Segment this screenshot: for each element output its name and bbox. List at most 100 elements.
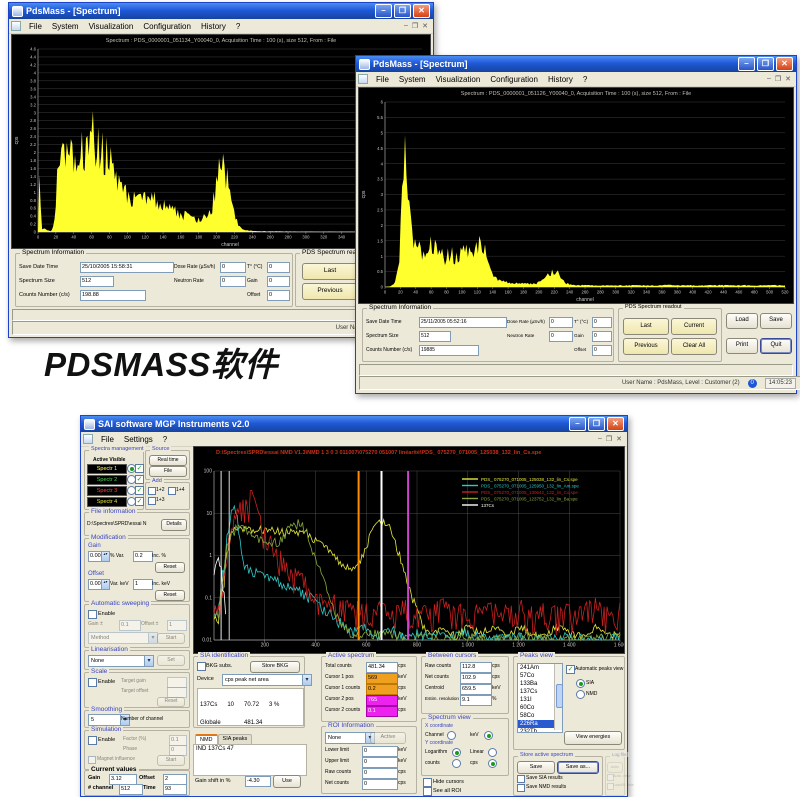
tab-sia-peaks[interactable]: SIA peaks [218, 734, 253, 744]
counts-number-field[interactable]: 198.88 [80, 290, 146, 301]
counts-number-field[interactable]: 19885 [419, 345, 479, 356]
add-1-4-checkbox[interactable] [168, 487, 176, 495]
cursor1-counts-field[interactable]: 0.2 [366, 684, 398, 695]
offset-field[interactable]: 0 [592, 345, 612, 356]
menu-item-history[interactable]: History [196, 22, 231, 31]
details-button[interactable]: Details [161, 519, 187, 531]
gain-inc-field[interactable]: 0.2 [133, 551, 153, 562]
gain-spinner[interactable]: 0.00 [88, 551, 110, 562]
title-bar[interactable]: SAI software MGP Instruments v2.0 – ❐ ✕ [81, 416, 627, 432]
cursor2-counts-field[interactable]: 0.1 [366, 706, 398, 717]
load-button[interactable]: Load [726, 313, 758, 329]
menu-item-help[interactable]: ? [231, 22, 245, 31]
last-button[interactable]: Last [302, 263, 358, 280]
see-all-roi-checkbox[interactable] [423, 787, 432, 796]
add-1-3-checkbox[interactable] [148, 497, 156, 505]
minimize-button[interactable]: – [738, 57, 755, 71]
gain-field[interactable]: 0 [592, 331, 612, 342]
menu-item-help[interactable]: ? [158, 435, 172, 444]
save-as-button[interactable]: Save as... [557, 761, 599, 774]
spectrum-size-field[interactable]: 512 [80, 276, 114, 287]
kev-radio[interactable] [484, 731, 493, 740]
save-button[interactable]: Save [517, 761, 555, 774]
sweeping-enable-checkbox[interactable] [88, 610, 97, 619]
current-button[interactable]: Current [671, 318, 717, 335]
bkg-subs-checkbox[interactable] [197, 662, 206, 671]
menu-item-visualization[interactable]: Visualization [431, 75, 486, 84]
temperature-field[interactable]: 0 [267, 262, 290, 273]
mdi-minimize-icon[interactable]: – [404, 22, 408, 30]
mdi-restore-icon[interactable]: ❐ [775, 75, 781, 83]
menu-item-history[interactable]: History [543, 75, 578, 84]
sia-result-row[interactable]: 137Cs 10 70.72 3 % [200, 702, 301, 708]
device-select[interactable]: cps peak net area [222, 674, 312, 686]
menu-item-file[interactable]: File [371, 75, 394, 84]
store-bkg-button[interactable]: Store BKG [250, 661, 300, 673]
simulation-enable-checkbox[interactable] [88, 736, 97, 745]
menu-item-help[interactable]: ? [578, 75, 592, 84]
close-button[interactable]: ✕ [776, 57, 793, 71]
maximize-button[interactable]: ❐ [394, 4, 411, 18]
sia-radio[interactable] [576, 679, 585, 688]
menu-item-system[interactable]: System [394, 75, 431, 84]
previous-button[interactable]: Previous [623, 338, 669, 355]
maximize-button[interactable]: ❐ [588, 417, 605, 431]
mdi-minimize-icon[interactable]: – [598, 435, 602, 443]
spectrum-4-visible-checkbox[interactable]: ✓ [135, 497, 144, 506]
roi-select[interactable]: None [325, 732, 375, 744]
automatic-peaks-checkbox[interactable]: ✓ [566, 665, 575, 674]
last-button[interactable]: Last [623, 318, 669, 335]
add-1-2-checkbox[interactable] [148, 487, 156, 495]
linear-radio[interactable] [488, 748, 497, 757]
neutron-rate-field[interactable]: 0 [220, 276, 246, 287]
counts-radio[interactable] [452, 759, 461, 768]
mdi-close-icon[interactable]: ✕ [616, 435, 622, 443]
gain-reset-button[interactable]: Reset [155, 562, 185, 573]
menu-item-file[interactable]: File [96, 435, 119, 444]
mdi-restore-icon[interactable]: ❐ [606, 435, 612, 443]
save-button[interactable]: Save [760, 313, 792, 329]
mdi-restore-icon[interactable]: ❐ [412, 22, 418, 30]
previous-button[interactable]: Previous [302, 283, 358, 300]
logarithm-radio[interactable] [452, 748, 461, 757]
lower-limit-field[interactable]: 0 [362, 746, 398, 757]
mdi-close-icon[interactable]: ✕ [785, 75, 791, 83]
linearisation-select[interactable]: None [88, 655, 154, 667]
offset-reset-button[interactable]: Reset [155, 590, 185, 601]
tab-nmd[interactable]: NMD [195, 734, 218, 744]
menu-item-visualization[interactable]: Visualization [84, 22, 139, 31]
nmd-radio[interactable] [576, 690, 585, 699]
offset-inc-field[interactable]: 1 [133, 579, 153, 590]
menu-item-system[interactable]: System [47, 22, 84, 31]
temperature-field[interactable]: 0 [592, 317, 612, 328]
maximize-button[interactable]: ❐ [757, 57, 774, 71]
title-bar[interactable]: PdsMass - [Spectrum] – ❐ ✕ [9, 3, 433, 19]
scrollbar-thumb[interactable] [556, 684, 563, 708]
clear-all-button[interactable]: Clear All [671, 338, 717, 355]
menu-item-settings[interactable]: Settings [119, 435, 158, 444]
real-time-button[interactable]: Real time [149, 455, 187, 466]
print-button[interactable]: Print [726, 338, 758, 354]
close-button[interactable]: ✕ [607, 417, 624, 431]
upper-limit-field[interactable]: 0 [362, 757, 398, 768]
close-button[interactable]: ✕ [413, 4, 430, 18]
hide-cursors-checkbox[interactable] [423, 778, 432, 787]
dose-rate-field[interactable]: 0 [549, 317, 573, 328]
view-energies-button[interactable]: View energies [564, 731, 622, 745]
scale-enable-checkbox[interactable] [88, 678, 97, 687]
save-date-field[interactable]: 25/11/2005 05:52:16 [419, 317, 507, 328]
use-button[interactable]: Use [273, 775, 301, 788]
cursor1-pos-field[interactable]: 569 [366, 673, 398, 684]
neutron-rate-field[interactable]: 0 [549, 331, 573, 342]
menu-item-configuration[interactable]: Configuration [138, 22, 196, 31]
file-button[interactable]: File [149, 466, 187, 477]
spectrum-1-visible-checkbox[interactable]: ✓ [135, 464, 144, 473]
save-date-field[interactable]: 25/10/2005 15:58:31 [80, 262, 174, 273]
offset-spinner[interactable]: 0.00 [88, 579, 110, 590]
save-sia-results-checkbox[interactable] [517, 775, 525, 783]
offset-field[interactable]: 0 [267, 290, 290, 301]
dose-rate-field[interactable]: 0 [220, 262, 246, 273]
spectrum-3-visible-checkbox[interactable]: ✓ [135, 486, 144, 495]
peaks-scrollbar[interactable] [554, 664, 562, 730]
minimize-button[interactable]: – [569, 417, 586, 431]
